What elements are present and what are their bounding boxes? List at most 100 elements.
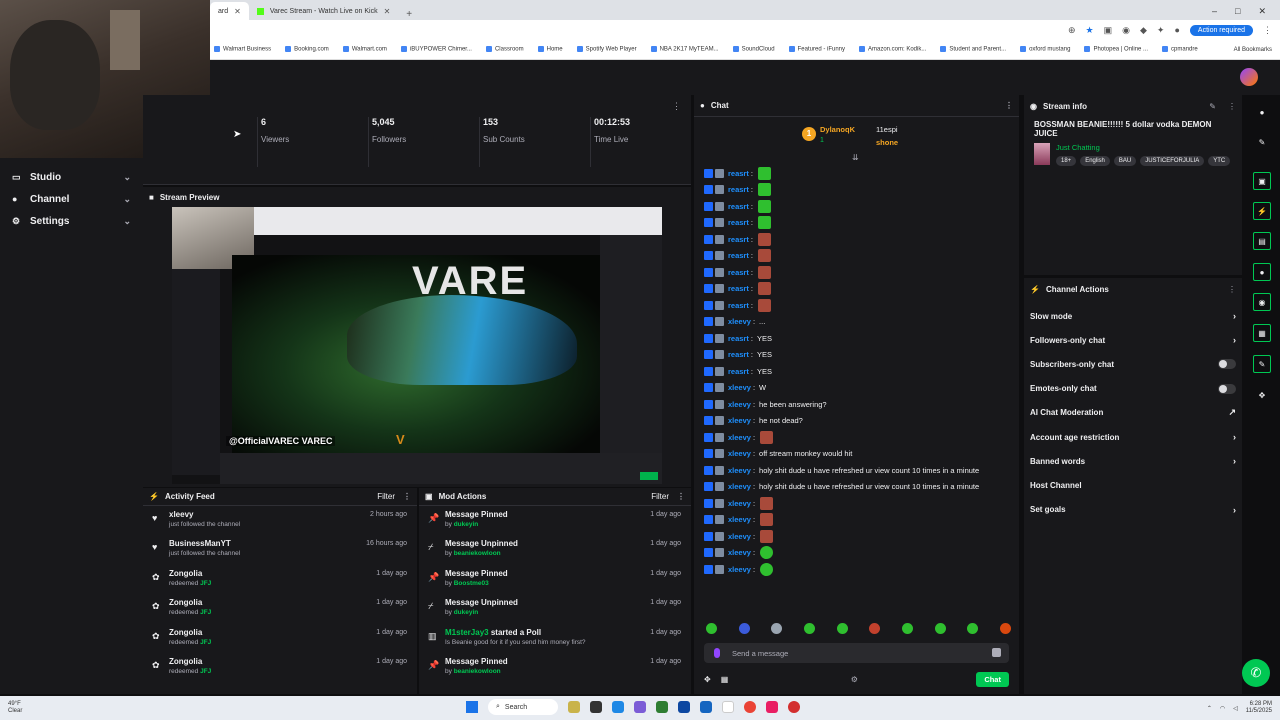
bookmark-item[interactable]: Classroom [486, 46, 524, 53]
toggle-switch[interactable] [1218, 383, 1236, 394]
chat-username[interactable]: xleevy [728, 565, 751, 574]
mic-icon[interactable] [714, 648, 720, 658]
chat-username[interactable]: xleevy [728, 400, 751, 409]
help-chat-button[interactable]: ✆ [1242, 659, 1270, 687]
chat-username[interactable]: xleevy [728, 416, 751, 425]
all-bookmarks-button[interactable]: All Bookmarks [1234, 47, 1280, 53]
gifter-name[interactable]: shone [876, 138, 898, 147]
mod-tools-icon[interactable]: ✥ [704, 675, 711, 684]
chat-username[interactable]: xleevy [728, 499, 751, 508]
chat-username[interactable]: xleevy [728, 532, 751, 541]
widget-icon[interactable]: ▣ [1253, 172, 1271, 190]
avatar[interactable] [1240, 68, 1258, 86]
filter-button[interactable]: Filter [377, 492, 395, 501]
maximize-icon[interactable]: □ [1235, 6, 1240, 16]
bookmark-item[interactable]: Student and Parent... [940, 46, 1006, 53]
sidebar-item-settings[interactable]: ⚙ Settings ⌄ [0, 210, 143, 232]
chat-username[interactable]: reasrt [728, 251, 749, 260]
gifter-name[interactable]: DylanoqK [820, 125, 855, 134]
channel-action-item[interactable]: Emotes-only chat [1024, 377, 1242, 401]
sidebar-item-channel[interactable]: ● Channel ⌄ [0, 188, 143, 210]
minimize-icon[interactable]: – [1212, 6, 1217, 16]
gear-icon[interactable]: ⚙ [851, 675, 858, 684]
address-bar[interactable]: ⊕ ★ ▣ ◉ ◆ ✦ ● Action required ⋮ [210, 20, 1280, 40]
close-icon[interactable]: ✕ [384, 7, 391, 16]
sidebar-item-studio[interactable]: ▭ Studio ⌄ [0, 166, 143, 188]
stream-tag[interactable]: JUSTICEFORJULIA [1140, 156, 1205, 166]
gifter-name[interactable]: 11espi [876, 125, 898, 134]
grid-icon[interactable]: ▦ [1253, 324, 1271, 342]
bookmark-item[interactable]: Amazon.com: Kodik... [859, 46, 926, 53]
channel-action-item[interactable]: Set goals › [1024, 498, 1242, 522]
doc-icon[interactable]: ▤ [1253, 232, 1271, 250]
clock[interactable]: 6:28 PM 11/5/2025 [1246, 701, 1272, 715]
app-icon[interactable] [656, 701, 668, 713]
chat-username[interactable]: xleevy [728, 466, 751, 475]
mod-action-user[interactable]: M1sterJay3 [445, 628, 489, 637]
chat-username[interactable]: reasrt [728, 202, 749, 211]
emote-icon[interactable] [738, 623, 750, 634]
stream-tag[interactable]: 18+ [1056, 156, 1077, 166]
profile-icon[interactable]: ● [1174, 25, 1179, 35]
browser-tab[interactable]: Varec Stream - Watch Live on Kick ✕ [249, 2, 398, 20]
bolt-icon[interactable]: ⚡ [1253, 202, 1271, 220]
browser-tab-active[interactable]: ard ✕ [210, 2, 249, 20]
chat-username[interactable]: reasrt [728, 334, 749, 343]
bookmark-item[interactable]: Home [538, 46, 563, 53]
chat-username[interactable]: xleevy [728, 548, 751, 557]
channel-action-item[interactable]: AI Chat Moderation ↗ [1024, 401, 1242, 425]
emote-icon[interactable] [803, 623, 815, 634]
tray-chevron-icon[interactable]: ⌃ [1207, 705, 1212, 712]
wrench-icon[interactable]: ✎ [1253, 355, 1271, 373]
chat-username[interactable]: reasrt [728, 185, 749, 194]
puzzle-icon[interactable]: ✥ [1253, 386, 1271, 404]
channel-action-item[interactable]: Account age restriction › [1024, 425, 1242, 449]
chat-username[interactable]: reasrt [728, 268, 749, 277]
chat-username[interactable]: reasrt [728, 169, 749, 178]
channel-action-item[interactable]: Slow mode › [1024, 304, 1242, 328]
app-icon[interactable] [722, 701, 734, 713]
info-icon[interactable]: ● [1253, 103, 1271, 121]
stream-tag[interactable]: English [1080, 156, 1110, 166]
extension-icon[interactable]: ◉ [1122, 25, 1130, 36]
channel-action-item[interactable]: Followers-only chat › [1024, 328, 1242, 352]
app-icon[interactable] [700, 701, 712, 713]
puzzle-icon[interactable]: ✦ [1157, 25, 1165, 36]
bookmark-item[interactable]: Photopea | Online ... [1084, 46, 1148, 53]
channel-action-item[interactable]: Host Channel [1024, 473, 1242, 497]
bookmark-item[interactable]: Walmart.com [343, 46, 387, 53]
emote-icon[interactable] [836, 623, 848, 634]
chat-username[interactable]: reasrt [728, 367, 749, 376]
chat-username[interactable]: xleevy [728, 515, 751, 524]
chat-username[interactable]: xleevy [728, 449, 751, 458]
bookmark-item[interactable]: Booking.com [285, 46, 329, 53]
bookmark-star-icon[interactable]: ★ [1086, 25, 1094, 36]
chat-username[interactable]: reasrt [728, 350, 749, 359]
wifi-icon[interactable]: ◠ [1220, 705, 1225, 712]
calendar-icon[interactable]: ▦ [721, 675, 729, 684]
collapse-arrow-icon[interactable]: ⇊ [852, 153, 859, 162]
stream-tag[interactable]: YTC [1208, 156, 1231, 166]
filter-button[interactable]: Filter [651, 492, 669, 501]
chat-input[interactable]: Send a message [704, 643, 1009, 663]
moderator-name[interactable]: Boostme03 [454, 580, 489, 587]
toggle-switch[interactable] [1218, 359, 1236, 370]
bookmark-item[interactable]: SoundCloud [733, 46, 775, 53]
channel-action-item[interactable]: Subscribers-only chat [1024, 352, 1242, 376]
windows-start-icon[interactable] [466, 701, 478, 713]
more-options-icon[interactable]: ⋮ [1228, 285, 1236, 294]
stream-video[interactable]: VARE @OfficialVAREC VAREC V [172, 207, 662, 484]
edit-icon[interactable]: ✎ [1209, 102, 1216, 111]
moderator-name[interactable]: dukeyin [454, 521, 479, 528]
chat-username[interactable]: reasrt [728, 301, 749, 310]
more-options-icon[interactable]: ⋮ [672, 101, 681, 112]
more-options-icon[interactable]: ⋮ [403, 492, 411, 501]
app-icon[interactable] [634, 701, 646, 713]
app-icon[interactable] [766, 701, 778, 713]
more-options-icon[interactable]: ⋮ [677, 492, 685, 501]
app-icon[interactable] [788, 701, 800, 713]
moderator-name[interactable]: beaniekowloon [454, 668, 501, 675]
broadcast-icon[interactable]: ◉ [1253, 293, 1271, 311]
volume-icon[interactable]: ◁ [1233, 705, 1238, 712]
emote-icon[interactable] [999, 623, 1011, 634]
